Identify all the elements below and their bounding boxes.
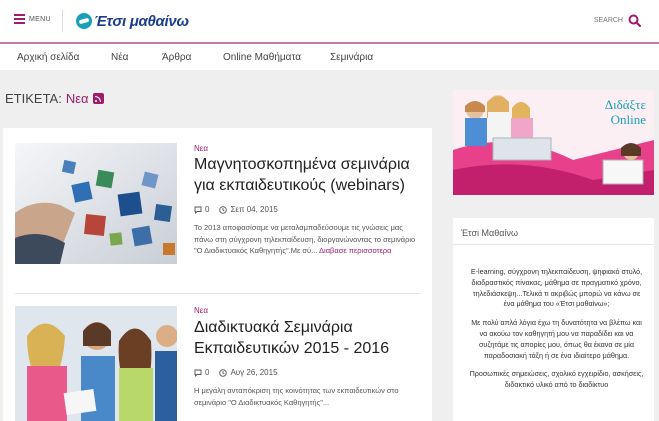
menu-label: MENU <box>29 15 51 23</box>
menu-button[interactable]: MENU <box>14 14 51 24</box>
article-meta: 0 Σεπ 04, 2015 <box>194 205 278 214</box>
rss-icon[interactable] <box>92 93 104 104</box>
search-button[interactable]: SEARCH <box>594 14 641 27</box>
article-title[interactable]: Διαδικτυακά Σεμινάρια Εκπαιδευτικών 2015… <box>194 318 424 360</box>
site-header: MENU Έτσι μαθαίνω SEARCH <box>0 0 659 42</box>
excerpt-text: Η μεγάλη ανταπόκριση της κοινότητας των … <box>194 386 399 407</box>
tag-heading: ΕΤΙΚΕΤΑ: Νεα <box>5 91 104 106</box>
main-nav: Αρχική σελίδα Νέα Άρθρα Online Μαθήματα … <box>0 42 659 70</box>
read-more-link[interactable]: Διαβασε περισσοτερα <box>319 246 391 255</box>
nav-item-home[interactable]: Αρχική σελίδα <box>17 52 79 63</box>
logo-mark-icon <box>76 13 92 29</box>
nav-item-articles[interactable]: Άρθρα <box>162 52 191 63</box>
search-label: SEARCH <box>593 17 623 24</box>
logo-divider <box>62 10 63 32</box>
widget-paragraph: Με πολύ απλά λόγια έχω τη δυνατότητα να … <box>471 318 642 360</box>
widget-body: E-learning, σύγχρονη τηλεκπαίδευση, ψηφι… <box>469 267 644 399</box>
article-date: Αυγ 26, 2015 <box>230 368 278 377</box>
article-date: Σεπ 04, 2015 <box>230 205 278 214</box>
teach-online-banner[interactable]: Διδάξτε Online <box>453 90 654 195</box>
clock-icon <box>219 368 228 377</box>
article-thumbnail[interactable] <box>15 143 177 264</box>
nav-item-seminars[interactable]: Σεμινάρια <box>330 52 373 63</box>
tag-value[interactable]: Νεα <box>66 91 89 106</box>
comment-icon <box>194 369 202 377</box>
about-widget: Έτσι Μαθαίνω E-learning, σύγχρονη τηλεκπ… <box>453 218 654 421</box>
site-logo[interactable]: Έτσι μαθαίνω <box>76 11 189 31</box>
article-excerpt: Η μεγάλη ανταπόκριση της κοινότητας των … <box>194 385 420 408</box>
article-category[interactable]: Νεα <box>194 306 208 315</box>
article-title[interactable]: Μαγνητοσκοπημένα σεμινάρια για εκπαιδευτ… <box>194 155 424 197</box>
widget-divider <box>453 244 654 245</box>
article-thumbnail[interactable] <box>15 306 177 421</box>
tag-prefix: ΕΤΙΚΕΤΑ: <box>5 91 62 106</box>
widget-paragraph: E-learning, σύγχρονη τηλεκπαίδευση, ψηφι… <box>470 267 643 309</box>
widget-title: Έτσι Μαθαίνω <box>461 228 518 238</box>
comment-count: 0 <box>205 205 210 214</box>
comment-icon <box>194 206 202 214</box>
nav-item-online-lessons[interactable]: Online Μαθήματα <box>223 52 301 63</box>
widget-paragraph: Προσωπικές σημειώσεις, σχολικό εγχειρίδι… <box>469 369 644 390</box>
article-divider <box>15 293 420 294</box>
search-icon <box>628 14 641 27</box>
nav-item-news[interactable]: Νέα <box>111 52 128 63</box>
article-excerpt: Το 2013 αποφασίσαμε να μεταλαμπαδεύσουμε… <box>194 222 420 257</box>
clock-icon <box>219 205 228 214</box>
comment-count: 0 <box>205 368 210 377</box>
hamburger-icon <box>14 14 25 24</box>
article-item: Νεα Διαδικτυακά Σεμινάρια Εκπαιδευτικών … <box>15 306 420 421</box>
banner-line-2: Online <box>610 111 646 127</box>
article-meta: 0 Αυγ 26, 2015 <box>194 368 278 377</box>
banner-line-1: Διδάξτε <box>604 97 646 112</box>
banner-text: Διδάξτε Online <box>604 97 646 128</box>
article-list: Νεα Μαγνητοσκοπημένα σεμινάρια για εκπαι… <box>3 128 432 421</box>
article-category[interactable]: Νεα <box>194 144 208 153</box>
logo-text: Έτσι μαθαίνω <box>94 12 189 30</box>
article-item: Νεα Μαγνητοσκοπημένα σεμινάρια για εκπαι… <box>15 143 420 268</box>
